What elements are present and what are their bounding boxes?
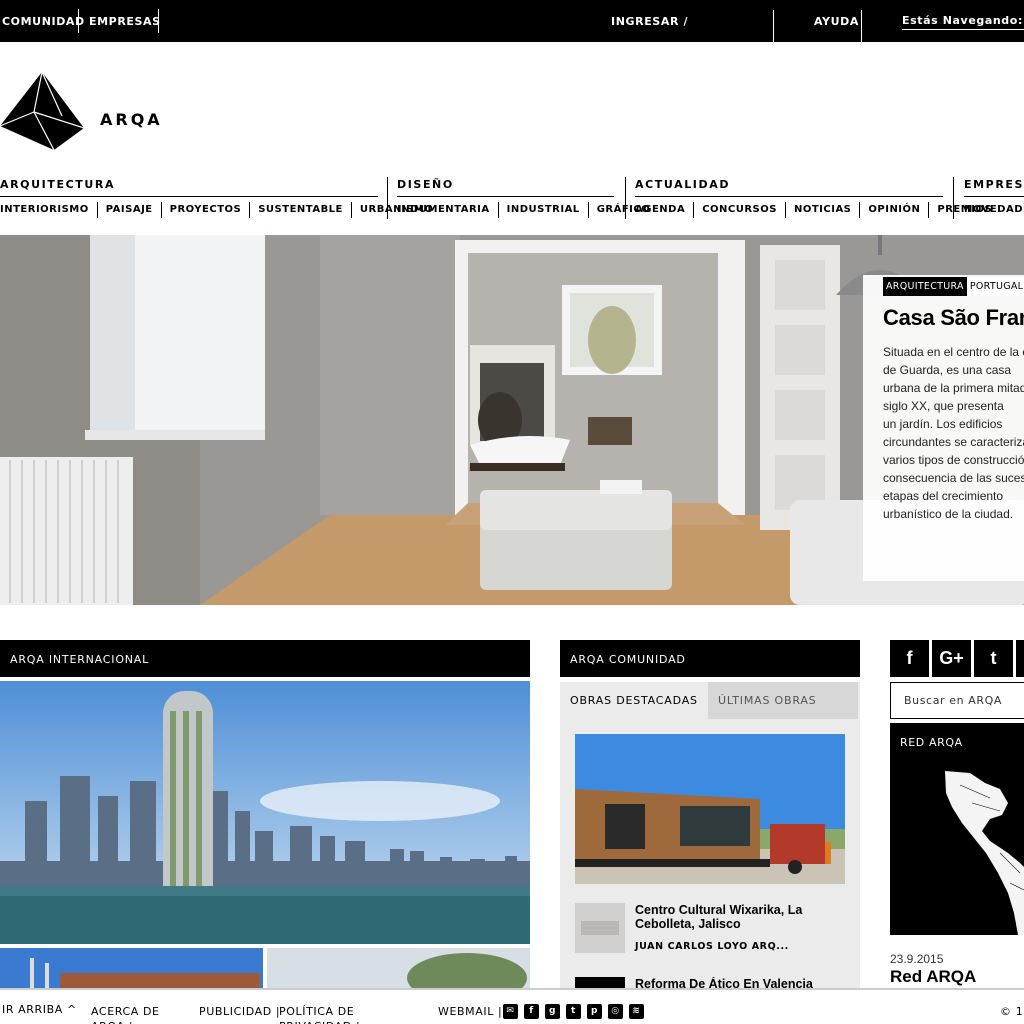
nav-item-proyectos[interactable]: PROYECTOS <box>162 202 251 218</box>
social-more-icon[interactable] <box>1016 640 1024 677</box>
site-selector[interactable]: Estás Navegando: ARQA <box>902 14 1024 30</box>
nav-item-concursos[interactable]: CONCURSOS <box>694 202 786 218</box>
comunidad-feature-image[interactable] <box>575 734 845 884</box>
hero-slider[interactable]: ARQUITECTURA PORTUGAL Casa São Francisco… <box>0 235 1024 605</box>
nav-title-actualidad[interactable]: ACTUALIDAD <box>635 178 943 197</box>
twitter-icon[interactable]: t <box>974 640 1013 677</box>
comunidad-item-title[interactable]: Centro Cultural Wixarika, La Cebolleta, … <box>635 903 845 931</box>
americas-map-image <box>945 771 1024 935</box>
section-header-comunidad[interactable]: ARQA COMUNIDAD <box>560 640 860 677</box>
topbar-divider <box>78 9 79 33</box>
topbar-login-link[interactable]: INGRESAR / <box>611 15 688 28</box>
hero-tag-country[interactable]: PORTUGAL <box>966 277 1024 296</box>
footer-privacy-link[interactable]: POLÍTICA DE PRIVACIDAD | <box>279 1004 360 1024</box>
topbar-help-link[interactable]: AYUDA <box>814 15 859 28</box>
instagram-icon[interactable]: ◎ <box>608 1004 623 1019</box>
topbar-comunidad-link[interactable]: COMUNIDAD <box>2 15 85 28</box>
nav-item-industrial[interactable]: INDUSTRIAL <box>499 202 589 218</box>
city-skyline-image <box>0 681 530 944</box>
section-header-internacional[interactable]: ARQA INTERNACIONAL <box>0 640 530 677</box>
rss-icon[interactable]: ≋ <box>629 1004 644 1019</box>
nav-group-actualidad: ACTUALIDAD AGENDA CONCURSOS NOTICIAS OPI… <box>635 178 992 218</box>
topbar-divider <box>861 10 862 42</box>
nav-title-diseno[interactable]: DISEÑO <box>397 178 614 197</box>
topbar-divider <box>158 9 159 33</box>
nav-item-novedades[interactable]: NOVEDADES <box>964 202 1024 218</box>
topbar-divider <box>773 10 774 42</box>
internacional-thumb-2[interactable] <box>267 948 530 988</box>
nav-item-noticias[interactable]: NOTICIAS <box>786 202 861 218</box>
tab-ultimas-obras[interactable]: ÚLTIMAS OBRAS <box>708 682 858 719</box>
nav-item-indumentaria[interactable]: INDUMENTARIA <box>397 202 499 218</box>
footer-webmail-link[interactable]: WEBMAIL | <box>438 1004 502 1019</box>
back-to-top-label: IR ARRIBA <box>2 1003 63 1016</box>
internacional-feature-image[interactable] <box>0 681 530 944</box>
tab-obras-destacadas[interactable]: OBRAS DESTACADAS <box>560 682 708 719</box>
thumb-image <box>267 948 530 988</box>
hero-title[interactable]: Casa São Francisco <box>883 305 1024 331</box>
nav-group-arquitectura: ARQUITECTURA INTERIORISMO PAISAJE PROYEC… <box>0 178 433 218</box>
footer: IR ARRIBA ^ ACERCA DE ARQA | PUBLICIDAD … <box>0 988 1024 1024</box>
nav-divider <box>953 177 954 219</box>
nav-title-arquitectura[interactable]: ARQUITECTURA <box>0 178 378 197</box>
nav-item-agenda[interactable]: AGENDA <box>635 202 695 218</box>
post-title[interactable]: Red ARQA <box>890 967 976 987</box>
footer-advertising-link[interactable]: PUBLICIDAD | <box>199 1004 280 1019</box>
internacional-thumb-1[interactable] <box>0 948 263 988</box>
topbar-empresas-link[interactable]: EMPRESAS <box>89 15 161 28</box>
red-arqa-map[interactable]: RED ARQA <box>890 723 1024 935</box>
logo-wordmark[interactable]: ARQA <box>100 110 163 129</box>
copyright-text: © 19 <box>1000 1005 1024 1018</box>
chevron-up-icon: ^ <box>67 1003 77 1016</box>
mail-icon[interactable]: ✉ <box>503 1004 518 1019</box>
hero-tags: ARQUITECTURA PORTUGAL <box>883 277 1024 296</box>
google-plus-icon[interactable]: g <box>545 1004 560 1019</box>
nav-item-interiorismo[interactable]: INTERIORISMO <box>0 202 98 218</box>
post-date: 23.9.2015 <box>890 952 944 966</box>
twitter-icon[interactable]: t <box>566 1004 581 1019</box>
nav-item-paisaje[interactable]: PAISAJE <box>98 202 162 218</box>
footer-about-link[interactable]: ACERCA DE ARQA | <box>91 1004 160 1024</box>
hero-tag-category[interactable]: ARQUITECTURA <box>883 277 967 296</box>
nav-group-empresas: EMPRESAS NOVEDADES <box>964 178 1024 218</box>
facebook-icon[interactable]: f <box>890 640 929 677</box>
comunidad-item-thumb[interactable] <box>575 903 625 953</box>
nav-divider <box>625 177 626 219</box>
modular-house-image <box>575 734 845 884</box>
nav-divider <box>387 177 388 219</box>
pinterest-icon[interactable]: p <box>587 1004 602 1019</box>
nav-item-sustentable[interactable]: SUSTENTABLE <box>250 202 352 218</box>
arqa-logo-icon[interactable] <box>0 72 84 150</box>
search-input[interactable]: Buscar en ARQA <box>890 682 1024 719</box>
thumb-image <box>575 903 625 953</box>
red-arqa-label: RED ARQA <box>900 736 963 749</box>
nav-title-empresas[interactable]: EMPRESAS <box>964 178 1024 197</box>
google-plus-icon[interactable]: G+ <box>932 640 971 677</box>
comunidad-panel: OBRAS DESTACADAS ÚLTIMAS OBRAS Centro Cu… <box>560 682 860 988</box>
back-to-top-link[interactable]: IR ARRIBA ^ <box>2 1002 77 1017</box>
comunidad-item-title[interactable]: Reforma De Ático En Valencia <box>635 977 845 988</box>
thumb-image <box>0 948 263 988</box>
comunidad-item-author[interactable]: JUAN CARLOS LOYO ARQ... <box>635 941 789 952</box>
facebook-icon[interactable]: f <box>524 1004 539 1019</box>
hero-excerpt: Situada en el centro de la ciudad de Gua… <box>883 345 1024 521</box>
comunidad-item-thumb[interactable] <box>575 977 625 988</box>
nav-item-opinion[interactable]: OPINIÓN <box>860 202 930 218</box>
hero-caption-card[interactable]: ARQUITECTURA PORTUGAL Casa São Francisco… <box>863 275 1024 581</box>
top-bar: COMUNIDAD EMPRESAS INGRESAR / AYUDA Está… <box>0 0 1024 42</box>
nav-group-diseno: DISEÑO INDUMENTARIA INDUSTRIAL GRÁFICO <box>397 178 650 218</box>
